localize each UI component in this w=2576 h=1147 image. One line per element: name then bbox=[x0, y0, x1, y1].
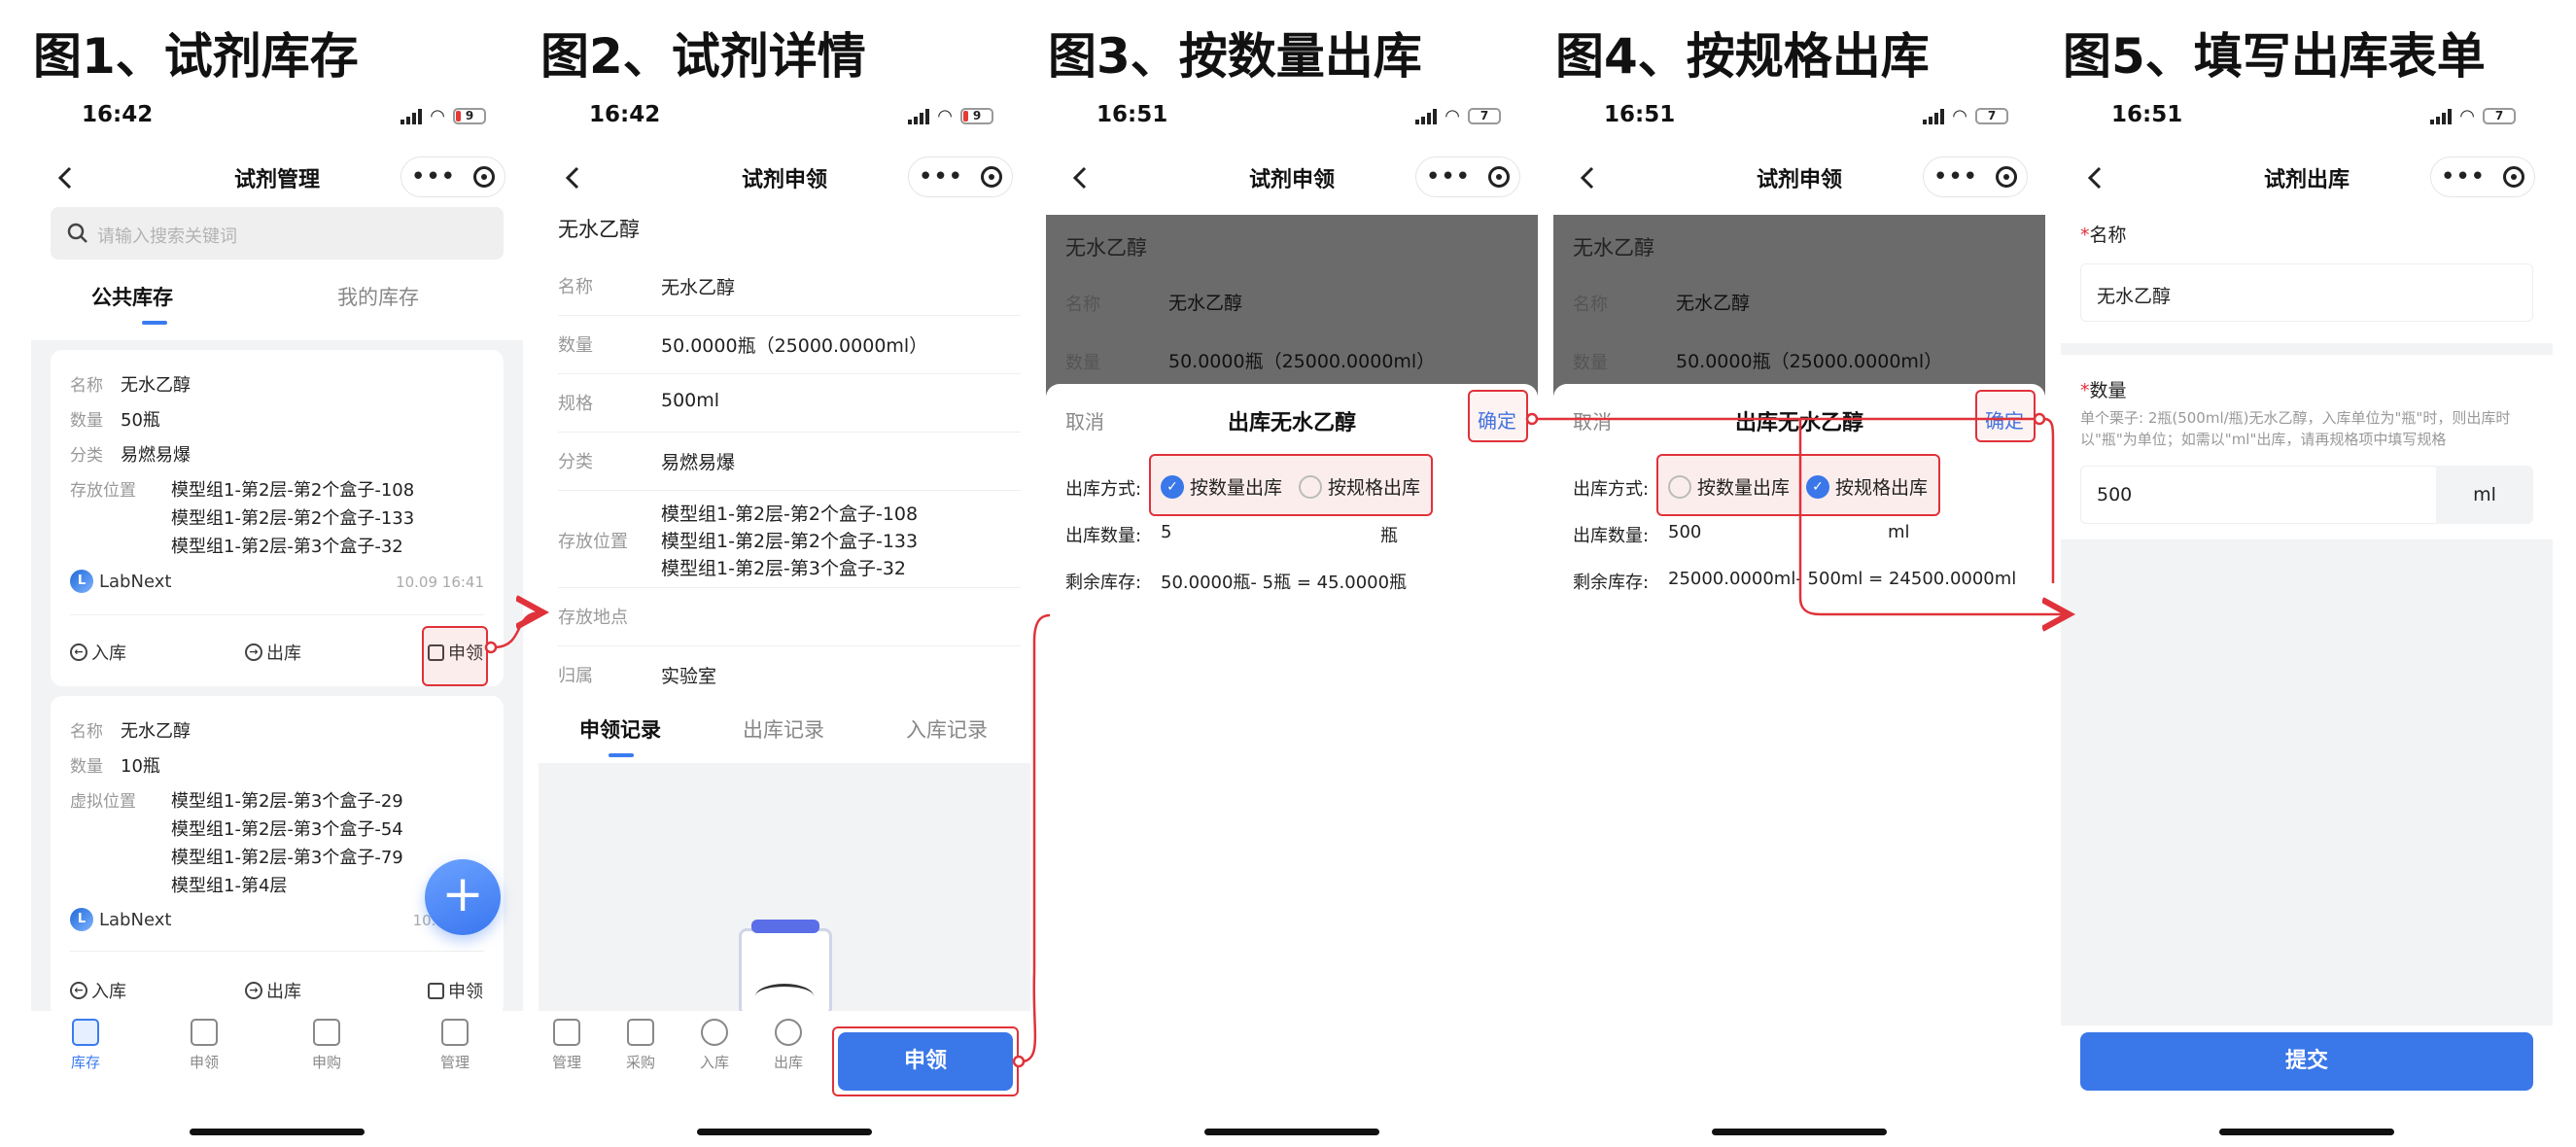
flow-connectors bbox=[484, 412, 2576, 1068]
connector-1-to-2 bbox=[484, 612, 540, 654]
connector-4-to-5 bbox=[1798, 412, 2067, 614]
connector-3-to-4 bbox=[1525, 412, 2034, 426]
connector-2-to-3 bbox=[1012, 613, 1051, 1068]
